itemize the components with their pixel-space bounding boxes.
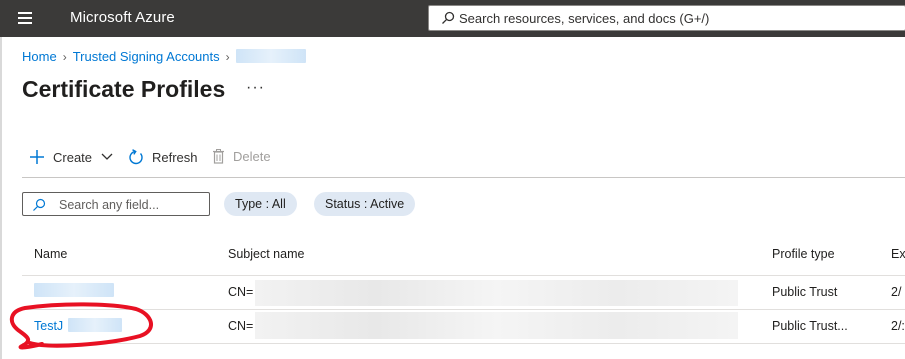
trash-icon: [213, 149, 224, 164]
create-label: Create: [53, 149, 93, 165]
status-filter-pill[interactable]: Status : Active: [314, 192, 416, 216]
column-header-name[interactable]: Name: [34, 247, 67, 261]
profile-type: Public Trust...: [772, 319, 848, 333]
redacted-name[interactable]: [34, 283, 114, 297]
breadcrumb-home[interactable]: Home: [22, 49, 57, 64]
redacted-subject: [255, 280, 738, 306]
create-button[interactable]: Create: [29, 149, 113, 165]
refresh-button[interactable]: Refresh: [127, 149, 198, 166]
brand-title[interactable]: Microsoft Azure: [70, 9, 175, 26]
plus-icon: [30, 150, 44, 164]
type-filter-pill[interactable]: Type : All: [224, 192, 297, 216]
ellipsis-icon[interactable]: ···: [246, 79, 265, 97]
table-row-divider: [22, 309, 905, 310]
profile-type: Public Trust: [772, 285, 838, 299]
table-row-divider: [22, 343, 905, 344]
filter-search-input[interactable]: Search any field...: [22, 192, 210, 216]
top-bar: Microsoft Azure Search resources, servic…: [0, 0, 905, 37]
global-search-placeholder: Search resources, services, and docs (G+…: [459, 11, 710, 26]
delete-label: Delete: [233, 149, 271, 164]
table-header-divider: [22, 275, 905, 276]
chevron-right-icon: ›: [225, 50, 230, 64]
global-search-box[interactable]: Search resources, services, and docs (G+…: [428, 5, 905, 31]
breadcrumb-trusted-signing-accounts[interactable]: Trusted Signing Accounts: [73, 49, 220, 64]
column-header-subject-name[interactable]: Subject name: [228, 247, 304, 261]
search-icon: [442, 11, 455, 24]
breadcrumb-redacted-account[interactable]: [235, 49, 306, 63]
subject-prefix: CN=: [228, 285, 254, 299]
column-header-profile-type[interactable]: Profile type: [772, 247, 835, 261]
search-icon: [33, 198, 46, 211]
breadcrumb: Home › Trusted Signing Accounts ›: [22, 49, 306, 64]
chevron-right-icon: ›: [62, 50, 67, 64]
redacted-name-suffix: [68, 318, 122, 332]
subject-prefix: CN=: [228, 319, 254, 333]
profile-name-link[interactable]: TestJ: [34, 319, 63, 333]
filter-search-placeholder: Search any field...: [59, 198, 160, 212]
left-edge-divider: [0, 37, 2, 359]
delete-button[interactable]: Delete: [212, 149, 271, 164]
refresh-icon: [129, 149, 143, 165]
hamburger-icon[interactable]: [18, 12, 32, 24]
chevron-down-icon: [101, 153, 113, 160]
expiry: 2/: [891, 285, 902, 299]
expiry: 2/:: [891, 319, 905, 333]
column-header-expiry[interactable]: Ex: [891, 247, 905, 261]
refresh-label: Refresh: [152, 150, 198, 165]
redacted-subject: [255, 312, 738, 339]
page-title: Certificate Profiles: [22, 76, 226, 102]
toolbar-divider: [22, 177, 905, 178]
